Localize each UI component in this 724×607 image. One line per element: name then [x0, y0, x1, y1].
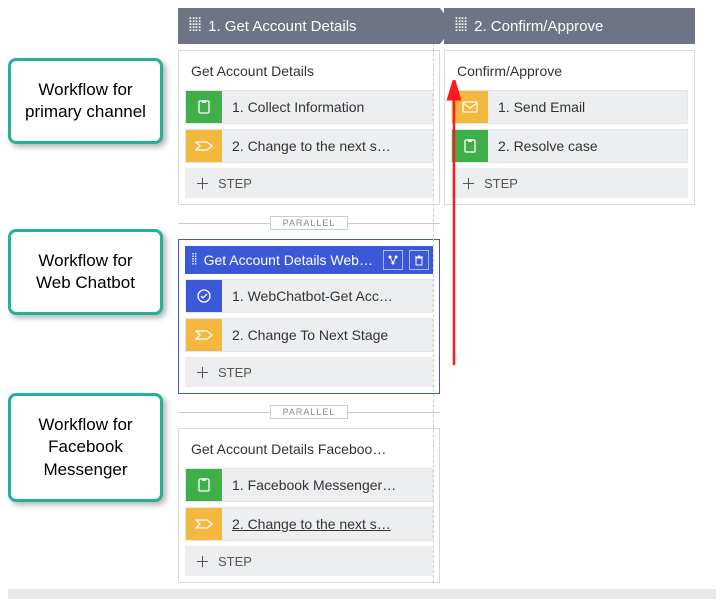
email-icon [452, 91, 488, 123]
plus-icon: ＋ [461, 173, 476, 194]
step-facebook-messenger[interactable]: 1. Facebook Messenger… [185, 468, 433, 502]
process-card-primary[interactable]: Get Account Details 1. Collect Informati… [178, 50, 440, 205]
process-card-confirm[interactable]: Confirm/Approve 1. Send Email 2. Resolve… [444, 50, 695, 205]
plus-icon: ＋ [195, 362, 210, 383]
clipboard-icon [452, 130, 488, 162]
step-label: 1. WebChatbot-Get Acc… [222, 280, 432, 312]
add-step-button[interactable]: ＋ STEP [185, 357, 433, 387]
step-resolve-case[interactable]: 2. Resolve case [451, 129, 688, 163]
add-step-button[interactable]: ＋ STEP [185, 168, 433, 198]
clipboard-icon [186, 469, 222, 501]
step-collect-information[interactable]: 1. Collect Information [185, 90, 433, 124]
card-title[interactable]: Confirm/Approve [451, 57, 688, 85]
card-title[interactable]: Get Account Details [185, 57, 433, 85]
delete-icon[interactable] [409, 250, 429, 270]
branch-icon[interactable] [383, 250, 403, 270]
step-label: 1. Facebook Messenger… [222, 469, 432, 501]
card-title-selected[interactable]: ⠿⠿ Get Account Details WebChat [185, 246, 433, 274]
step-label: 2. Resolve case [488, 130, 687, 162]
step-label: 1. Collect Information [222, 91, 432, 123]
drag-handle-icon[interactable]: ⠿⠿⠿⠿ [454, 20, 466, 32]
stage-header-2[interactable]: ⠿⠿⠿⠿ 2. Confirm/Approve [444, 8, 695, 44]
add-step-button[interactable]: ＋ STEP [185, 546, 433, 576]
add-step-button[interactable]: ＋ STEP [451, 168, 688, 198]
parallel-separator: PARALLEL [178, 402, 440, 422]
stage-header-2-label: 2. Confirm/Approve [474, 18, 603, 35]
parallel-separator: PARALLEL [178, 213, 440, 233]
step-label: 2. Change To Next Stage [222, 319, 432, 351]
process-card-facebook[interactable]: Get Account Details Faceboo… 1. Facebook… [178, 428, 440, 583]
step-label: 2. Change to the next s… [222, 508, 432, 540]
drag-handle-icon[interactable]: ⠿⠿⠿⠿ [188, 20, 200, 32]
plus-icon: ＋ [195, 173, 210, 194]
step-change-next-stage[interactable]: 2. Change to the next s… [185, 129, 433, 163]
step-change-next-stage[interactable]: 2. Change To Next Stage [185, 318, 433, 352]
label-web-chatbot: Workflow for Web Chatbot [8, 229, 163, 315]
label-facebook-messenger: Workflow for Facebook Messenger [8, 393, 163, 501]
check-circle-icon [186, 280, 222, 312]
stage-header-1[interactable]: ⠿⠿⠿⠿ 1. Get Account Details [178, 8, 440, 44]
clipboard-icon [186, 91, 222, 123]
card-title[interactable]: Get Account Details Faceboo… [185, 435, 433, 463]
arrow-tag-icon [186, 130, 222, 162]
stage-header-1-label: 1. Get Account Details [208, 18, 356, 35]
horizontal-scrollbar[interactable] [8, 589, 716, 599]
step-webchatbot-get-account[interactable]: 1. WebChatbot-Get Acc… [185, 279, 433, 313]
step-send-email[interactable]: 1. Send Email [451, 90, 688, 124]
label-primary-channel: Workflow for primary channel [8, 58, 163, 144]
arrow-tag-icon [186, 508, 222, 540]
arrow-tag-icon [186, 319, 222, 351]
step-label: 2. Change to the next s… [222, 130, 432, 162]
drag-handle-icon[interactable]: ⠿⠿ [189, 253, 198, 267]
step-change-next-stage[interactable]: 2. Change to the next s… [185, 507, 433, 541]
plus-icon: ＋ [195, 551, 210, 572]
step-label: 1. Send Email [488, 91, 687, 123]
process-card-webchat[interactable]: ⠿⠿ Get Account Details WebChat 1. WebCha… [178, 239, 440, 394]
